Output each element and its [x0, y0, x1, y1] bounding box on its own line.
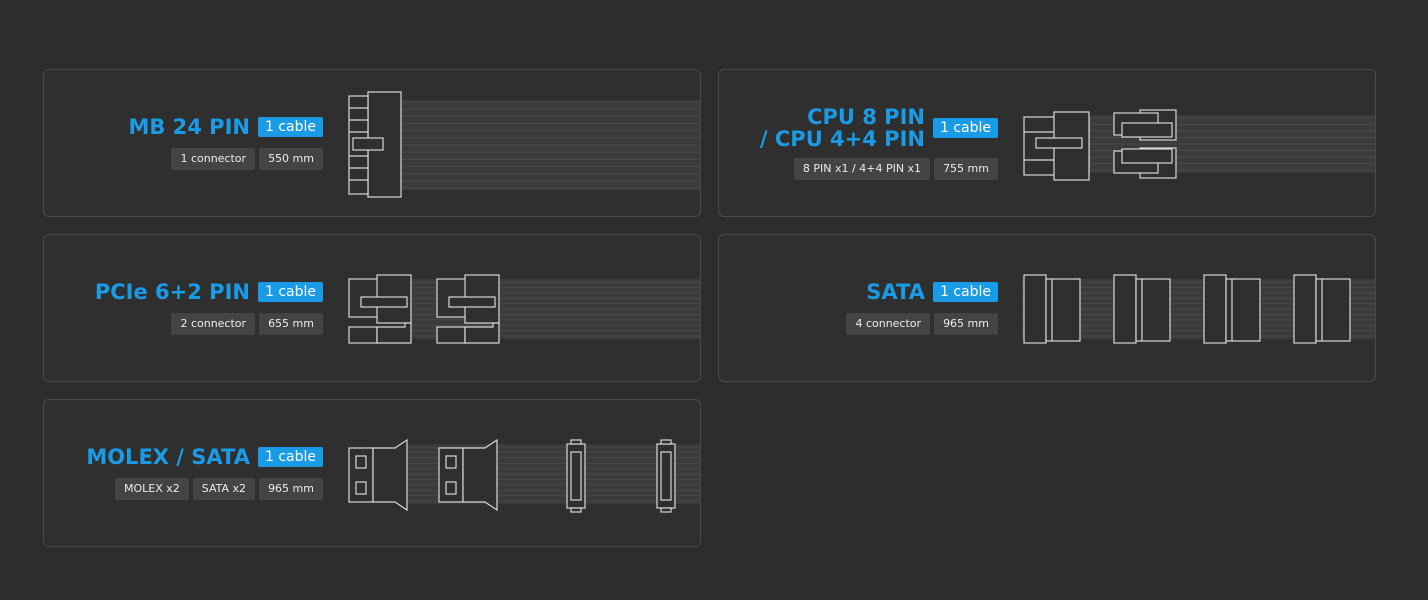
- cpu8-connector-shape: [1023, 111, 1090, 181]
- title-row: MOLEX / SATA 1 cable: [86, 446, 323, 468]
- cable-info: CPU 8 PIN / CPU 4+4 PIN 1 cable 8 PIN x1…: [760, 106, 998, 180]
- spec-tag-molex: MOLEX x2: [115, 478, 189, 500]
- spec-tag-length: 755 mm: [934, 158, 998, 180]
- cpu8-connector-illustration: [1023, 109, 1375, 181]
- spec-tag-length: 965 mm: [259, 478, 323, 500]
- cable-info: PCIe 6+2 PIN 1 cable 2 connector 655 mm: [95, 281, 323, 335]
- cable-count-badge: 1 cable: [932, 282, 998, 302]
- cable-title-line-1: CPU 8 PIN: [807, 105, 925, 129]
- spec-tag-connectors: 2 connector: [171, 313, 256, 335]
- title-row: PCIe 6+2 PIN 1 cable: [95, 281, 323, 303]
- spec-tag-connectors: 8 PIN x1 / 4+4 PIN x1: [793, 158, 931, 180]
- spec-tag-length: 550 mm: [259, 148, 323, 170]
- cable-count-badge: 1 cable: [257, 447, 323, 467]
- molex-sata-connector-illustration: [348, 438, 700, 513]
- cable-title: MB 24 PIN: [128, 115, 250, 139]
- spec-tags: 1 connector 550 mm: [167, 148, 323, 170]
- cable-card-pcie: PCIe 6+2 PIN 1 cable 2 connector 655 mm: [43, 234, 701, 382]
- title-row: MB 24 PIN 1 cable: [128, 116, 323, 138]
- cable-title: SATA: [866, 280, 925, 304]
- spec-tags: 8 PIN x1 / 4+4 PIN x1 755 mm: [790, 158, 998, 180]
- title-row: SATA 1 cable: [866, 281, 998, 303]
- spec-tags: 4 connector 965 mm: [842, 313, 998, 335]
- sata-connector-illustration: [1022, 274, 1375, 344]
- spec-tag-length: 965 mm: [934, 313, 998, 335]
- cable-count-badge: 1 cable: [932, 118, 998, 138]
- spec-tag-connectors: 1 connector: [171, 148, 256, 170]
- cable-title-line-2: / CPU 4+4 PIN: [759, 127, 925, 151]
- cable-card-sata: SATA 1 cable 4 connector 965 mm: [718, 234, 1376, 382]
- mb24-connector-illustration: [348, 91, 700, 198]
- spec-tags: MOLEX x2 SATA x2 965 mm: [111, 478, 323, 500]
- spec-tag-length: 655 mm: [259, 313, 323, 335]
- cable-info: MB 24 PIN 1 cable 1 connector 550 mm: [128, 116, 323, 170]
- cable-title: CPU 8 PIN / CPU 4+4 PIN: [760, 106, 925, 150]
- mb24-connector-shape: [348, 91, 402, 198]
- pcie-connector-1-shape: [348, 274, 412, 344]
- spec-tag-connectors: 4 connector: [846, 313, 931, 335]
- cable-info: SATA 1 cable 4 connector 965 mm: [842, 281, 998, 335]
- cable-card-mb24: MB 24 PIN 1 cable 1 connector 550 mm: [43, 69, 701, 217]
- cable-info: MOLEX / SATA 1 cable MOLEX x2 SATA x2 96…: [86, 446, 323, 500]
- title-row: CPU 8 PIN / CPU 4+4 PIN 1 cable: [760, 106, 998, 150]
- cable-count-badge: 1 cable: [257, 282, 323, 302]
- spec-tags: 2 connector 655 mm: [167, 313, 323, 335]
- cable-card-cpu8: CPU 8 PIN / CPU 4+4 PIN 1 cable 8 PIN x1…: [718, 69, 1376, 217]
- pcie-connector-illustration: [348, 274, 700, 344]
- pcie-connector-2-shape: [436, 274, 500, 344]
- cable-count-badge: 1 cable: [257, 117, 323, 137]
- spec-tag-sata: SATA x2: [192, 478, 256, 500]
- cable-title: MOLEX / SATA: [86, 445, 250, 469]
- cable-card-molex: MOLEX / SATA 1 cable MOLEX x2 SATA x2 96…: [43, 399, 701, 547]
- cable-title: PCIe 6+2 PIN: [94, 280, 250, 304]
